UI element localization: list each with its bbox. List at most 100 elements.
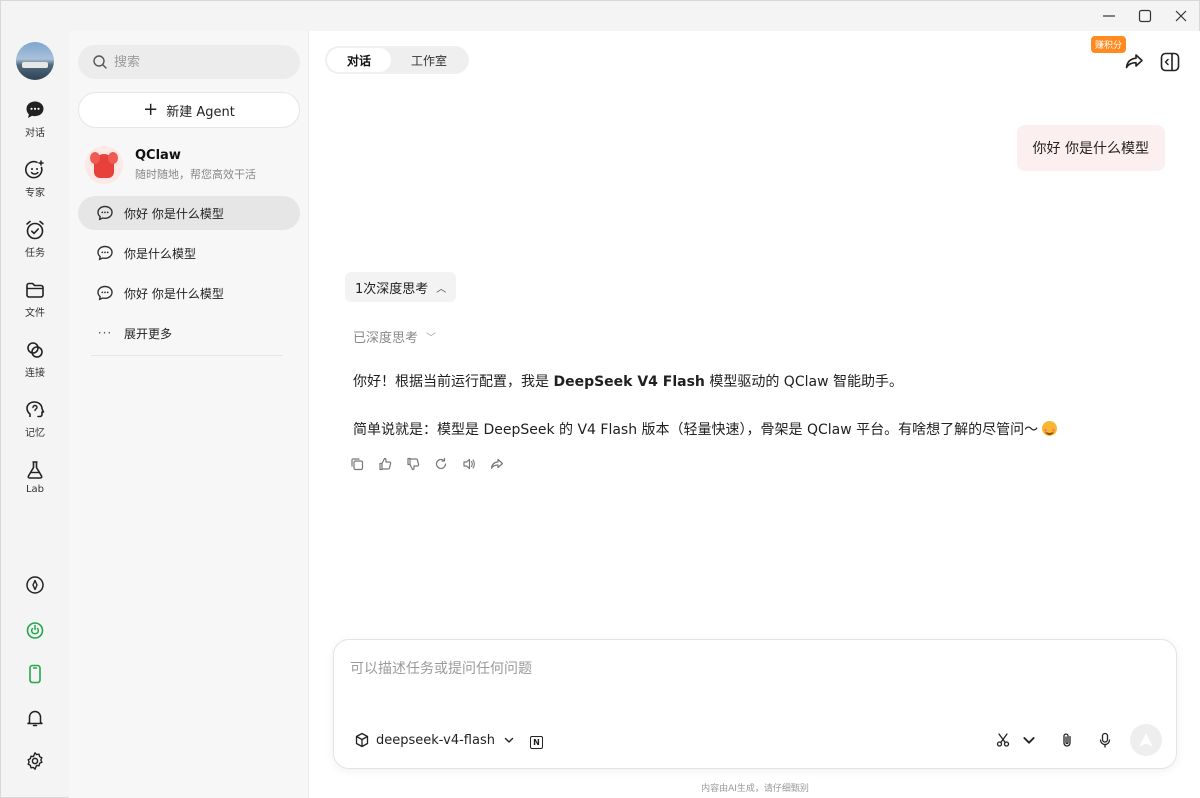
voice-input-button[interactable] <box>1094 729 1116 751</box>
conversation-title: 你是什么模型 <box>124 246 197 261</box>
minimize-button[interactable] <box>1091 1 1127 31</box>
rail-item-label: 对话 <box>25 128 45 139</box>
model-selector[interactable]: deepseek-v4-flash <box>354 732 521 748</box>
conversation-item[interactable]: 你好 你是什么模型 <box>78 276 300 310</box>
ai-disclaimer: 内容由AI生成，请仔细甄别 <box>701 784 809 794</box>
copy-icon <box>351 458 364 471</box>
agent-name: QClaw <box>135 148 181 163</box>
rail-item-label: 专家 <box>25 188 45 199</box>
more-dots-icon: ··· <box>97 326 113 340</box>
chat-main: 对话 工作室 赚积分 你好 你是什么模型 1次深度思考 ︿ 已深度思考 ﹀ 你好… <box>309 31 1200 798</box>
chevron-down-icon <box>504 737 514 743</box>
user-message: 你好 你是什么模型 <box>1016 125 1165 171</box>
chevron-up-icon: ︿ <box>436 283 447 295</box>
message-input[interactable] <box>350 658 1150 698</box>
conversation-item[interactable]: 你好 你是什么模型 <box>78 196 300 230</box>
cube-icon <box>355 732 369 748</box>
thumbs-up-icon <box>379 457 392 471</box>
toggle-panel-button[interactable] <box>1159 51 1181 73</box>
send-arrow-icon <box>1140 734 1152 746</box>
window-controls <box>1091 1 1199 31</box>
thought-collapse[interactable]: 已深度思考 ﹀ <box>353 327 436 346</box>
forward-button[interactable] <box>489 456 505 472</box>
rail-item-label: 连接 <box>25 368 45 379</box>
rail-item-label: Lab <box>25 484 45 495</box>
reply-text: 简单说就是：模型是 DeepSeek 的 V4 Flash 版本（轻量快速），骨… <box>353 422 1039 438</box>
forward-icon <box>490 458 504 469</box>
brain-head-icon <box>26 401 45 418</box>
compass-button[interactable] <box>23 573 47 597</box>
message-icon <box>97 285 113 301</box>
search-icon <box>93 55 107 69</box>
compass-icon <box>26 576 44 594</box>
expand-more-label: 展开更多 <box>124 326 173 341</box>
search-box[interactable] <box>78 45 300 79</box>
chevron-down-icon: ﹀ <box>426 333 437 344</box>
settings-button[interactable] <box>23 749 47 773</box>
share-icon <box>1125 54 1143 69</box>
new-agent-button[interactable]: + 新建 Agent <box>78 92 300 128</box>
folder-icon <box>26 282 44 298</box>
rail-item-lab[interactable]: Lab <box>1 459 69 495</box>
share-button[interactable] <box>1123 51 1145 73</box>
send-button[interactable] <box>1130 724 1162 756</box>
rail-item-files[interactable]: 文件 <box>1 279 69 319</box>
rail-item-tasks[interactable]: 任务 <box>1 219 69 259</box>
rail-item-experts[interactable]: 专家 <box>1 159 69 199</box>
rail-item-chat[interactable]: 对话 <box>1 99 69 139</box>
regenerate-button[interactable] <box>433 456 449 472</box>
notion-icon[interactable]: N <box>530 736 543 749</box>
message-icon <box>97 245 113 261</box>
reply-text: 你好！根据当前运行配置，我是 <box>353 374 554 390</box>
leaf-power-button[interactable] <box>23 618 47 642</box>
link-icon <box>27 342 43 358</box>
model-name: deepseek-v4-flash <box>376 732 495 748</box>
search-input[interactable] <box>114 54 284 70</box>
rail-item-label: 文件 <box>25 308 45 319</box>
thinking-toggle[interactable]: 1次深度思考 ︿ <box>345 272 457 302</box>
scissors-icon <box>996 733 1010 747</box>
chat-bubble-icon <box>26 101 44 118</box>
avatar[interactable] <box>16 42 54 80</box>
tab-studio[interactable]: 工作室 <box>391 48 467 72</box>
conversation-title: 你好 你是什么模型 <box>124 286 224 301</box>
microphone-icon <box>1099 732 1111 748</box>
alarm-check-icon <box>26 220 44 240</box>
attach-button[interactable] <box>1056 729 1078 751</box>
rail-item-connect[interactable]: 连接 <box>1 339 69 379</box>
rail-item-memory[interactable]: 记忆 <box>1 399 69 439</box>
tools-dropdown-button[interactable] <box>1018 729 1040 751</box>
close-button[interactable] <box>1163 1 1199 31</box>
reply-text: 模型驱动的 QClaw 智能助手。 <box>704 374 903 390</box>
points-badge[interactable]: 赚积分 <box>1091 36 1127 53</box>
maximize-button[interactable] <box>1127 1 1163 31</box>
phone-button[interactable] <box>23 662 47 686</box>
close-icon <box>1175 10 1187 22</box>
agent-card[interactable]: QClaw 随时随地，帮您高效干活 <box>85 144 299 186</box>
new-agent-label: 新建 Agent <box>166 104 235 120</box>
expand-more-button[interactable]: ··· 展开更多 <box>78 316 300 350</box>
thinking-label: 1次深度思考 <box>355 281 429 297</box>
minimize-icon <box>1103 15 1115 17</box>
sidebar-divider <box>91 355 283 356</box>
view-tabs: 对话 工作室 <box>325 46 470 74</box>
dislike-button[interactable] <box>405 456 421 472</box>
message-composer: deepseek-v4-flash N <box>333 639 1177 769</box>
leaf-power-icon <box>26 622 44 639</box>
scissors-button[interactable] <box>992 729 1014 751</box>
message-icon <box>97 205 113 221</box>
copy-button[interactable] <box>349 456 365 472</box>
conversation-sidebar: + 新建 Agent QClaw 随时随地，帮您高效干活 你好 你是什么模型 你… <box>69 31 309 798</box>
thought-label: 已深度思考 <box>353 331 419 346</box>
notifications-button[interactable] <box>23 706 47 730</box>
bell-icon <box>27 710 43 727</box>
phone-icon <box>29 664 41 684</box>
tab-chat[interactable]: 对话 <box>327 48 392 72</box>
read-aloud-button[interactable] <box>461 456 477 472</box>
assistant-reply-line-1: 你好！根据当前运行配置，我是 DeepSeek V4 Flash 模型驱动的 Q… <box>353 371 903 391</box>
rail-item-label: 记忆 <box>25 428 45 439</box>
like-button[interactable] <box>377 456 393 472</box>
conversation-item[interactable]: 你是什么模型 <box>78 236 300 270</box>
gear-icon <box>27 752 43 770</box>
sidebar-toggle-icon <box>1160 52 1180 72</box>
